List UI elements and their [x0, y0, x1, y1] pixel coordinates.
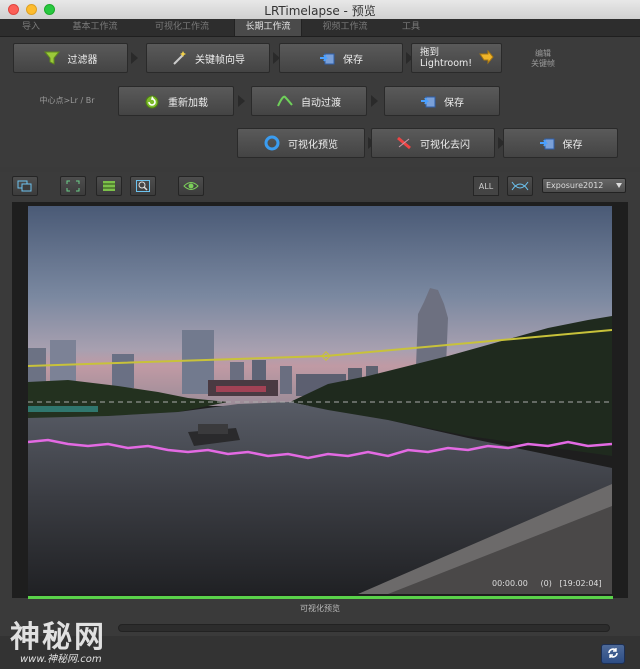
visual-preview-button[interactable]: 可视化预览	[237, 128, 365, 158]
tab-tools[interactable]: 工具	[392, 19, 430, 36]
curve-link-button[interactable]	[507, 176, 533, 196]
watermark-url: www.神秘网.com	[20, 654, 102, 665]
preview-progress-bar	[28, 596, 613, 599]
save-to-disk-icon	[539, 135, 555, 151]
magic-wand-icon	[171, 50, 187, 66]
window-title: LRTimelapse - 预览	[264, 4, 376, 18]
step-arrow	[371, 95, 378, 107]
save-button-row2[interactable]: 保存	[384, 86, 500, 116]
keyframe-wizard-label: 关键帧向导	[195, 54, 245, 66]
auto-transition-button[interactable]: 自动过渡	[251, 86, 367, 116]
preview-ring-icon	[264, 135, 280, 151]
filter-label: 过滤器	[67, 54, 98, 66]
process-version-dropdown[interactable]: Exposure2012	[542, 178, 626, 193]
filmstrip-icon	[102, 177, 116, 196]
drag-to-lightroom-label: 拖到 Lightroom!	[420, 47, 473, 69]
visual-preview-label: 可视化预览	[288, 139, 338, 151]
fullscreen-icon	[66, 177, 80, 196]
reload-label: 重新加载	[168, 97, 208, 109]
filter-button[interactable]: 过滤器	[13, 43, 128, 73]
timeline-scrollbar[interactable]	[118, 624, 610, 632]
save-label: 保存	[343, 54, 363, 66]
reload-button[interactable]: 重新加载	[118, 86, 234, 116]
reload-icon	[144, 93, 160, 109]
save-button-row1[interactable]: 保存	[279, 43, 403, 73]
tab-holy-grail-workflow[interactable]: 长期工作流	[234, 19, 302, 36]
magnifier-icon	[136, 177, 150, 196]
timelapse-preview-image[interactable]	[28, 206, 612, 594]
auto-transition-label: 自动过渡	[301, 97, 341, 109]
preview-toolbar: ALL Exposure2012	[0, 172, 640, 200]
overlapping-frames-icon	[17, 177, 33, 196]
toggle-curves-button[interactable]	[178, 176, 204, 196]
zoom-preview-button[interactable]	[130, 176, 156, 196]
workflow-tabs: 导入 基本工作流 可视化工作流 长期工作流 视频工作流 工具	[0, 19, 640, 37]
tab-import[interactable]: 导入	[14, 19, 48, 36]
refresh-button[interactable]	[601, 644, 625, 664]
workflow-panel: 过滤器 关键帧向导 保存 拖到 Lightroom! 编辑 关键帧 中心点>Lr…	[0, 37, 640, 167]
process-version-value: Exposure2012	[546, 181, 604, 190]
eye-icon	[183, 177, 199, 196]
tab-video-workflow[interactable]: 视频工作流	[312, 19, 378, 36]
refresh-icon	[606, 645, 620, 664]
chevron-down-icon	[616, 183, 622, 188]
step-arrow	[131, 52, 138, 64]
save-label: 保存	[444, 97, 464, 109]
preview-viewer	[12, 202, 628, 598]
save-label: 保存	[562, 139, 583, 151]
select-all-curves-button[interactable]: ALL	[473, 176, 499, 196]
save-to-disk-icon	[420, 93, 436, 109]
drag-to-lightroom-button[interactable]: 拖到 Lightroom!	[411, 43, 502, 73]
title-bar: LRTimelapse - 预览	[0, 0, 640, 20]
visual-deflicker-button[interactable]: 可视化去闪	[371, 128, 495, 158]
preview-timecode: 00:00.00 (0) [19:02:04]	[492, 579, 602, 588]
transition-curve-icon	[277, 93, 293, 109]
tab-basic-workflow[interactable]: 基本工作流	[62, 19, 128, 36]
keyframe-wizard-button[interactable]: 关键帧向导	[146, 43, 270, 73]
visual-deflicker-label: 可视化去闪	[420, 139, 470, 151]
funnel-icon	[43, 50, 60, 66]
lightroom-arrow-icon	[478, 49, 494, 66]
center-point-note: 中心点>Lr / Br	[39, 96, 95, 105]
filmstrip-button[interactable]	[96, 176, 122, 196]
dual-view-button[interactable]	[12, 176, 38, 196]
deflicker-icon	[396, 135, 412, 151]
tab-visual-workflow[interactable]: 可视化工作流	[144, 19, 220, 36]
edit-keyframes-note: 编辑 关键帧	[531, 49, 555, 68]
save-to-disk-icon	[319, 50, 335, 66]
save-button-row3[interactable]: 保存	[503, 128, 618, 158]
fullscreen-button[interactable]	[60, 176, 86, 196]
crossed-curves-icon	[511, 177, 529, 196]
step-arrow	[238, 95, 245, 107]
